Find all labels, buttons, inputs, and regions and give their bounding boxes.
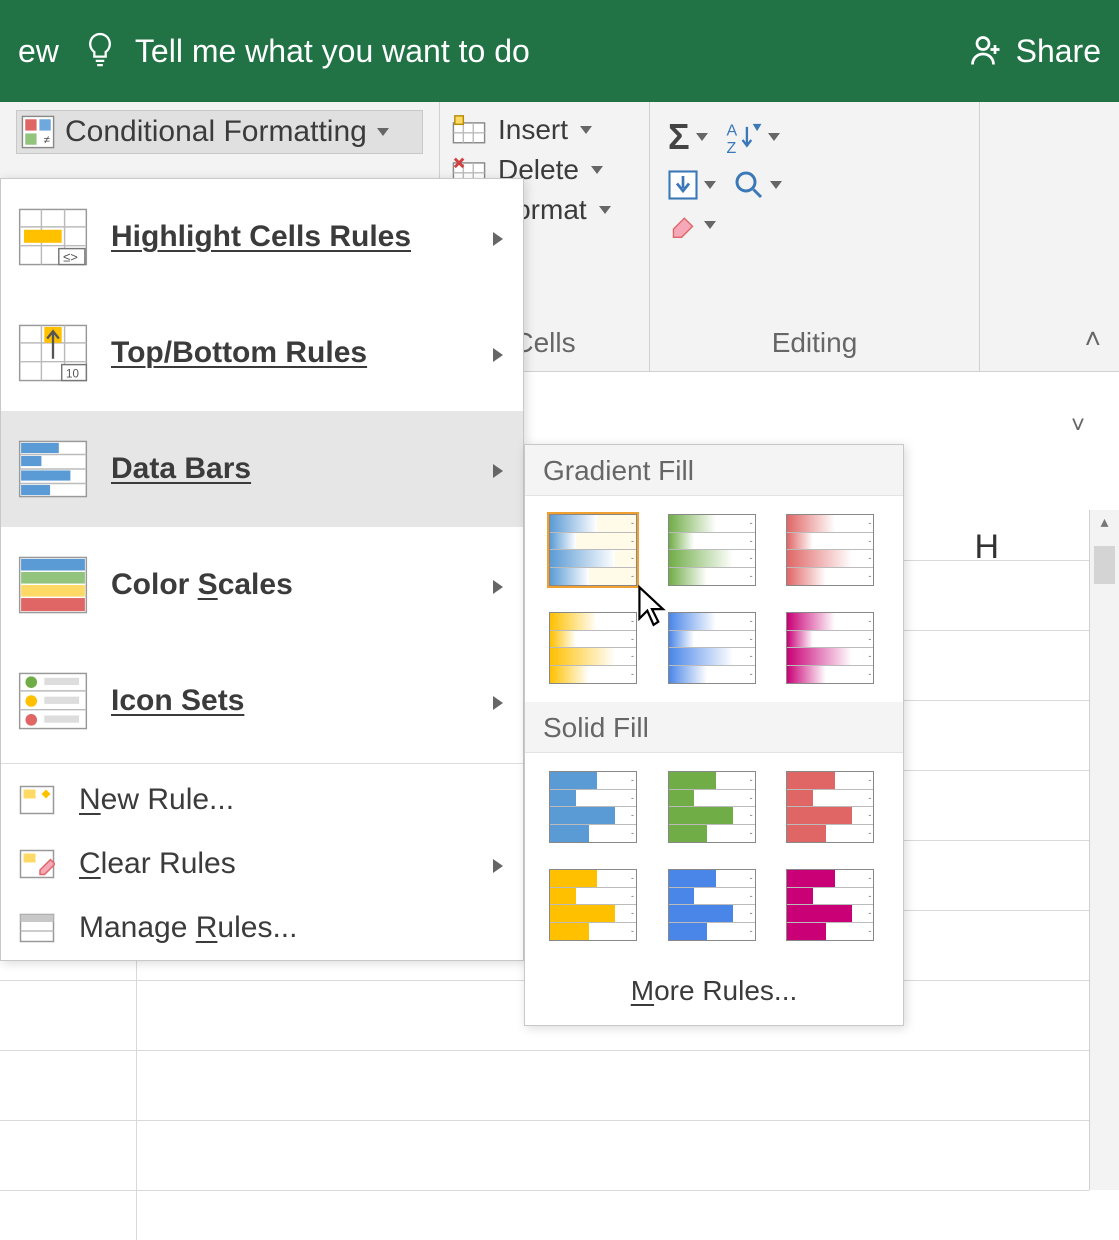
menu-label: Top/Bottom Rules [111, 336, 367, 369]
gradient-databar-swatch[interactable]: ---- [786, 514, 874, 586]
scrollbar-thumb[interactable] [1094, 546, 1115, 584]
sort-filter-icon: A Z [726, 121, 762, 153]
chevron-down-icon [580, 126, 592, 134]
chevron-right-icon [493, 684, 503, 718]
gradient-databar-swatch[interactable]: ---- [549, 514, 637, 586]
solid-databar-swatch[interactable]: ---- [786, 869, 874, 941]
svg-text:10: 10 [66, 368, 79, 381]
menu-top-bottom-rules[interactable]: 10 Top/Bottom Rules [1, 295, 523, 411]
highlight-cells-icon: ≤> [17, 208, 89, 266]
gradient-databar-swatch[interactable]: ---- [668, 612, 756, 684]
sort-filter-button[interactable]: A Z [726, 121, 780, 153]
conditional-formatting-menu: ≤> Highlight Cells Rules 10 Top/Bottom R… [0, 178, 524, 961]
share-button[interactable]: Share [968, 33, 1101, 70]
chevron-down-icon [696, 133, 708, 141]
menu-manage-rules[interactable]: Manage Rules... [1, 896, 523, 960]
conditional-formatting-icon: ≠ [21, 115, 55, 149]
autosum-button[interactable]: Σ [668, 116, 708, 158]
share-person-icon [968, 33, 1004, 69]
menu-label: Color Scales [111, 568, 293, 601]
tell-me-label: Tell me what you want to do [135, 33, 530, 70]
chevron-right-icon [493, 220, 503, 254]
menu-label: Highlight Cells Rules [111, 220, 411, 253]
data-bars-submenu: Gradient Fill ---- ---- ---- ---- ---- ---- S… [524, 444, 904, 1026]
fill-button[interactable] [668, 170, 716, 200]
clear-rules-icon [19, 849, 55, 879]
magnifier-icon [734, 170, 764, 200]
icon-sets-icon [17, 672, 89, 730]
manage-rules-icon [19, 913, 55, 943]
gradient-databar-swatch[interactable]: ---- [786, 612, 874, 684]
menu-icon-sets[interactable]: Icon Sets [1, 643, 523, 759]
menu-clear-rules[interactable]: Clear Rules [1, 832, 523, 896]
data-bars-icon [17, 440, 89, 498]
solid-databar-swatch[interactable]: ---- [549, 869, 637, 941]
chevron-down-icon [704, 221, 716, 229]
chevron-down-icon [770, 181, 782, 189]
solid-databar-swatch[interactable]: ---- [668, 869, 756, 941]
new-rule-icon [19, 785, 55, 815]
menu-data-bars[interactable]: Data Bars [1, 411, 523, 527]
collapse-ribbon-button[interactable]: ˄ [1085, 323, 1101, 355]
conditional-formatting-button[interactable]: ≠ Conditional Formatting [16, 110, 423, 154]
eraser-icon [668, 212, 698, 238]
gradient-databar-swatch[interactable]: ---- [668, 514, 756, 586]
solid-fill-header: Solid Fill [525, 702, 903, 753]
vertical-scrollbar[interactable]: ▴ [1089, 510, 1119, 1190]
chevron-down-icon [591, 166, 603, 174]
fill-down-icon [668, 170, 698, 200]
insert-label: Insert [498, 114, 568, 146]
chevron-right-icon [493, 568, 503, 602]
conditional-formatting-label: Conditional Formatting [65, 115, 367, 149]
menu-highlight-cells-rules[interactable]: ≤> Highlight Cells Rules [1, 179, 523, 295]
menu-new-rule[interactable]: New Rule... [1, 768, 523, 832]
share-label: Share [1016, 33, 1101, 70]
chevron-down-icon [768, 133, 780, 141]
find-select-button[interactable] [734, 170, 782, 200]
chevron-right-icon [493, 847, 503, 881]
top-bottom-icon: 10 [17, 324, 89, 382]
color-scales-icon [17, 556, 89, 614]
name-box-dropdown[interactable]: ˅ [1071, 412, 1085, 440]
svg-text:≠: ≠ [44, 134, 50, 146]
gradient-databar-swatch[interactable]: ---- [549, 612, 637, 684]
menu-label: Icon Sets [111, 684, 244, 717]
solid-databar-swatch[interactable]: ---- [668, 771, 756, 843]
lightbulb-icon [83, 31, 117, 71]
chevron-down-icon [599, 206, 611, 214]
insert-button[interactable]: Insert [452, 110, 631, 150]
menu-color-scales[interactable]: Color Scales [1, 527, 523, 643]
chevron-right-icon [493, 336, 503, 370]
editing-group-label: Editing [650, 327, 979, 359]
editing-group: Σ A Z [650, 102, 980, 371]
sigma-icon: Σ [668, 116, 690, 158]
chevron-down-icon [377, 128, 389, 136]
menu-label: Data Bars [111, 452, 251, 485]
tab-fragment-view[interactable]: ew [18, 33, 59, 70]
chevron-down-icon [704, 181, 716, 189]
solid-databar-swatch[interactable]: ---- [549, 771, 637, 843]
svg-text:≤>: ≤> [63, 250, 78, 265]
svg-text:Z: Z [726, 140, 736, 153]
chevron-right-icon [493, 452, 503, 486]
gradient-fill-header: Gradient Fill [525, 445, 903, 496]
svg-text:A: A [726, 123, 737, 140]
insert-cells-icon [452, 115, 486, 145]
solid-databar-swatch[interactable]: ---- [786, 771, 874, 843]
more-rules-button[interactable]: More Rules... [525, 959, 903, 1017]
title-bar: ew Tell me what you want to do Share [0, 0, 1119, 102]
clear-button[interactable] [668, 212, 716, 238]
tell-me-search[interactable]: Tell me what you want to do [83, 31, 530, 71]
scroll-up-icon[interactable]: ▴ [1090, 512, 1119, 532]
